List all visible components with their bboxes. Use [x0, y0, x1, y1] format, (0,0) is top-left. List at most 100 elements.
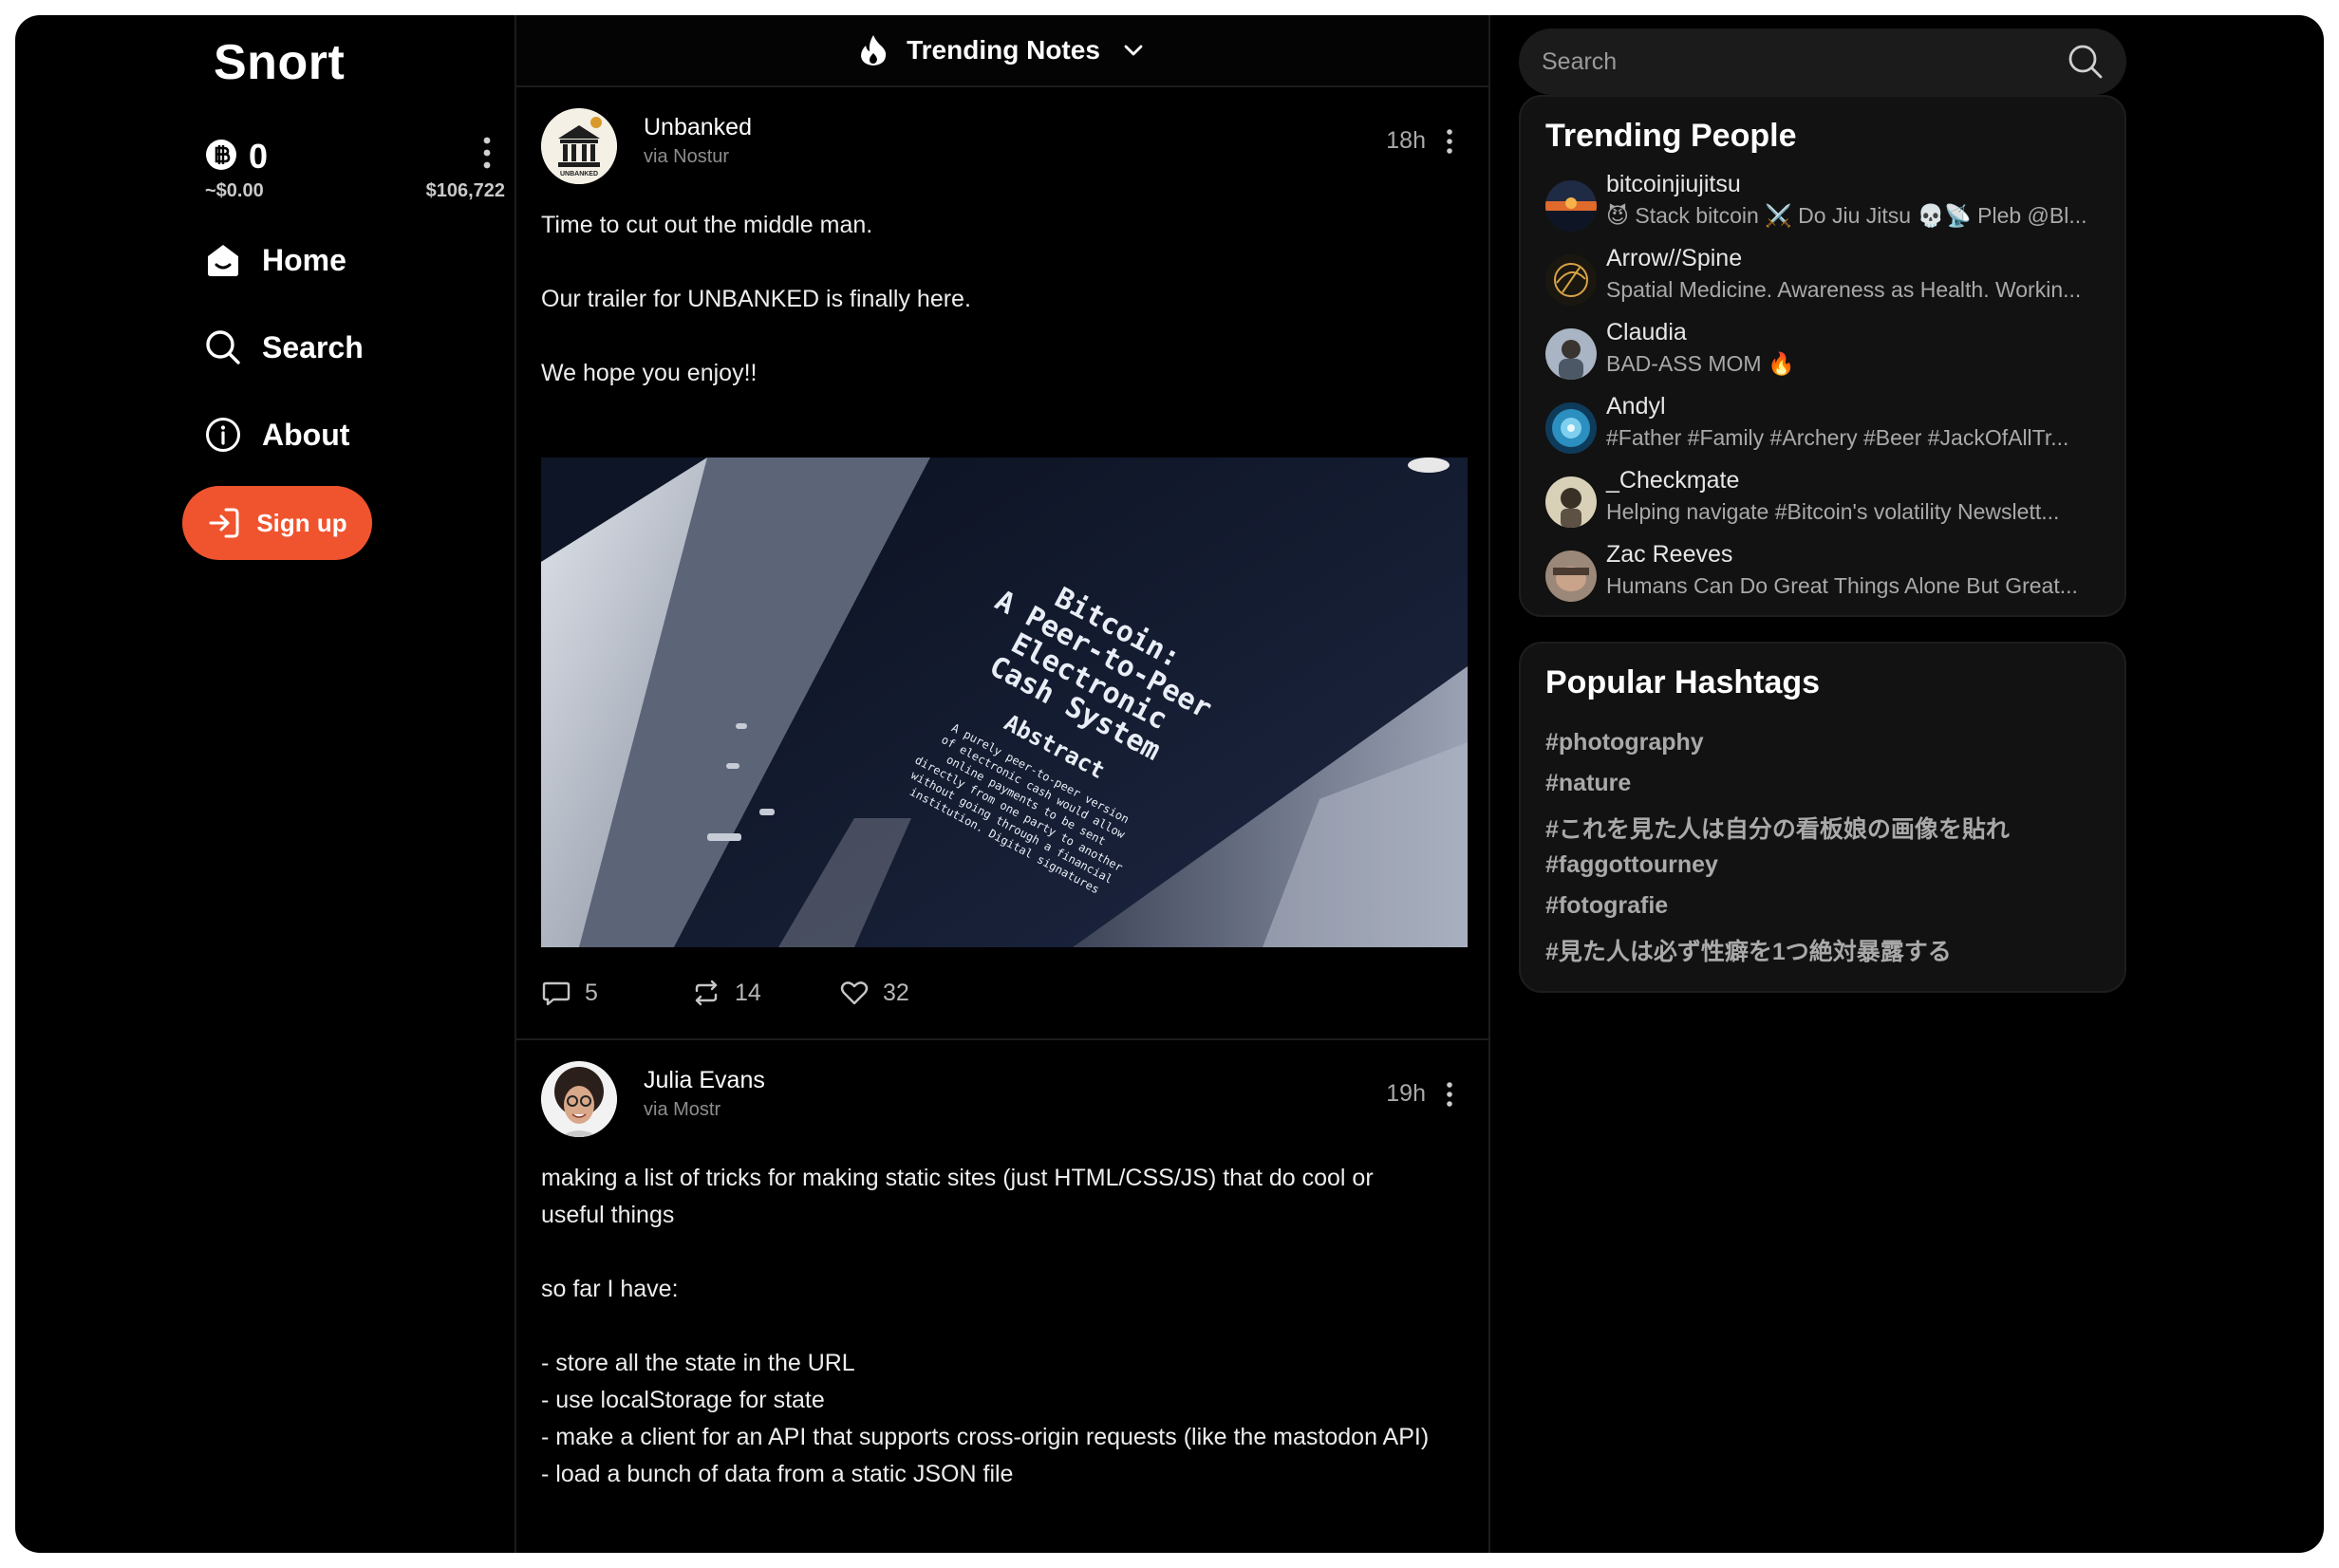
wallet-balance: 0	[249, 137, 269, 176]
wallet-widget[interactable]: 0 ~$0.00 $106,722	[205, 121, 505, 207]
note-image[interactable]: Bitcoin: A Peer-to-Peer Electronic Cash …	[541, 457, 1468, 947]
person-name: Andyl	[1606, 393, 1666, 420]
reply-count: 5	[585, 979, 598, 1006]
avatar[interactable]	[1545, 254, 1597, 306]
trending-person[interactable]: Claudia BAD-ASS MOM 🔥	[1545, 319, 2115, 383]
app-logo[interactable]: Snort	[214, 34, 345, 91]
feed: Trending Notes UNBANKED Unbanked via Nos…	[516, 15, 1490, 1553]
info-icon	[206, 418, 240, 452]
person-bio: Humans Can Do Great Things Alone But Gre…	[1606, 573, 2078, 598]
person-bio: Helping navigate #Bitcoin's volatility N…	[1606, 499, 2060, 524]
note-line	[541, 1234, 1433, 1271]
search-input[interactable]	[1542, 47, 2068, 76]
feed-selector[interactable]: Trending Notes	[516, 15, 1488, 87]
person-bio: Spatial Medicine. Awareness as Health. W…	[1606, 277, 2082, 302]
note-actions: 5 14 32	[541, 978, 1111, 1016]
hashtag-link[interactable]: #見た人は必ず性癖を1つ絶対暴露する	[1545, 933, 1952, 967]
chevron-down-icon	[1124, 45, 1143, 56]
sidebar: Snort 0 ~$0.00 $106,722 Home Search Abou…	[15, 15, 516, 1553]
sign-up-label: Sign up	[256, 508, 347, 537]
note-line: Our trailer for UNBANKED is finally here…	[541, 286, 971, 312]
trending-person[interactable]: Arrow//Spine Spatial Medicine. Awareness…	[1545, 245, 2115, 309]
note-line: - load a bunch of data from a static JSO…	[541, 1461, 1014, 1487]
repost-button[interactable]: 14	[691, 978, 761, 1008]
trending-person[interactable]: Zac Reeves Humans Can Do Great Things Al…	[1545, 541, 2115, 606]
like-button[interactable]: 32	[839, 978, 909, 1008]
person-name: Claudia	[1606, 319, 1687, 345]
like-count: 32	[883, 979, 909, 1006]
note-line: We hope you enjoy!!	[541, 360, 758, 386]
home-icon	[208, 245, 238, 276]
author-name[interactable]: Unbanked	[644, 114, 752, 141]
note-line	[541, 244, 1433, 281]
hashtag-link[interactable]: #faggottourney	[1545, 851, 1718, 879]
person-bio: BAD-ASS MOM 🔥	[1606, 351, 1795, 376]
search-icon	[206, 330, 240, 364]
panel-title: Popular Hashtags	[1545, 664, 1821, 700]
sign-up-button[interactable]: Sign up	[182, 486, 372, 560]
note[interactable]: UNBANKED Unbanked via Nostur 18h Time to…	[516, 89, 1488, 1040]
note-content: making a list of tricks for making stati…	[541, 1160, 1433, 1493]
search-bar[interactable]	[1519, 28, 2126, 95]
repost-count: 14	[735, 979, 761, 1006]
btc-price: $106,722	[425, 180, 505, 201]
more-vertical-icon[interactable]	[477, 135, 497, 171]
reply-button[interactable]: 5	[541, 978, 598, 1008]
note-timestamp[interactable]: 19h	[1386, 1080, 1426, 1108]
search-icon[interactable]	[2068, 44, 2104, 80]
nav-about[interactable]: About	[205, 406, 349, 463]
repost-icon	[695, 980, 718, 1006]
note[interactable]: Julia Evans via Mostr 19h making a list …	[516, 1042, 1488, 1553]
flame-icon	[861, 35, 887, 65]
reply-icon	[542, 981, 571, 1006]
nav-search-label: Search	[262, 329, 364, 364]
right-column: Trending People bitcoinjiujitsu 😈 Stack …	[1519, 15, 2126, 1553]
more-vertical-icon[interactable]	[1445, 1080, 1454, 1109]
hashtag-link[interactable]: #nature	[1545, 770, 1631, 797]
trending-person[interactable]: _Checkɱate Helping navigate #Bitcoin's v…	[1545, 467, 2115, 532]
person-bio: #Father #Family #Archery #Beer #JackOfAl…	[1606, 425, 2069, 450]
person-bio: 😈 Stack bitcoin ⚔️ Do Jiu Jitsu 💀📡 Pleb …	[1606, 203, 2087, 228]
client-via: via Nostur	[644, 146, 730, 167]
feed-title: Trending Notes	[907, 35, 1100, 65]
hashtag-link[interactable]: #photography	[1545, 729, 1704, 756]
avatar[interactable]	[541, 1061, 617, 1137]
note-timestamp[interactable]: 18h	[1386, 127, 1426, 155]
wallet-usd-value: ~$0.00	[205, 180, 264, 201]
nav-home[interactable]: Home	[205, 232, 346, 289]
panel-title: Trending People	[1545, 118, 1797, 154]
note-line: making a list of tricks for making stati…	[541, 1165, 1374, 1228]
avatar[interactable]	[1545, 551, 1597, 602]
trending-person[interactable]: Andyl #Father #Family #Archery #Beer #Ja…	[1545, 393, 2115, 457]
note-line: - make a client for an API that supports…	[541, 1424, 1430, 1450]
heart-icon	[840, 981, 869, 1005]
app-window: Snort 0 ~$0.00 $106,722 Home Search Abou…	[15, 15, 2324, 1553]
trending-person[interactable]: bitcoinjiujitsu 😈 Stack bitcoin ⚔️ Do Ji…	[1545, 171, 2115, 235]
svg-text:UNBANKED: UNBANKED	[560, 171, 598, 177]
nav-search[interactable]: Search	[205, 319, 364, 376]
note-line: - store all the state in the URL	[541, 1350, 855, 1376]
bank-icon: UNBANKED	[541, 108, 617, 184]
person-name: Arrow//Spine	[1606, 245, 1743, 271]
avatar[interactable]: UNBANKED	[541, 108, 617, 184]
avatar[interactable]	[1545, 328, 1597, 380]
login-icon	[209, 508, 239, 538]
hashtag-link[interactable]: #fotografie	[1545, 892, 1668, 920]
client-via: via Mostr	[644, 1099, 721, 1120]
avatar[interactable]	[1545, 476, 1597, 528]
avatar[interactable]	[1545, 402, 1597, 454]
popular-hashtags-panel: Popular Hashtags #photography #nature #こ…	[1519, 642, 2126, 993]
nav-home-label: Home	[262, 242, 346, 277]
hashtag-link[interactable]: #これを見た人は自分の看板娘の画像を貼れ	[1545, 811, 2010, 845]
person-name: Zac Reeves	[1606, 541, 1733, 568]
person-name: _Checkɱate	[1606, 467, 1740, 494]
note-line: - use localStorage for state	[541, 1387, 825, 1413]
bitcoin-coin-icon	[206, 140, 236, 170]
more-vertical-icon[interactable]	[1445, 127, 1454, 156]
trending-people-panel: Trending People bitcoinjiujitsu 😈 Stack …	[1519, 95, 2126, 617]
note-line: so far I have:	[541, 1276, 679, 1302]
note-line	[541, 1308, 1433, 1345]
person-name: bitcoinjiujitsu	[1606, 171, 1741, 197]
author-name[interactable]: Julia Evans	[644, 1067, 765, 1094]
avatar[interactable]	[1545, 180, 1597, 232]
